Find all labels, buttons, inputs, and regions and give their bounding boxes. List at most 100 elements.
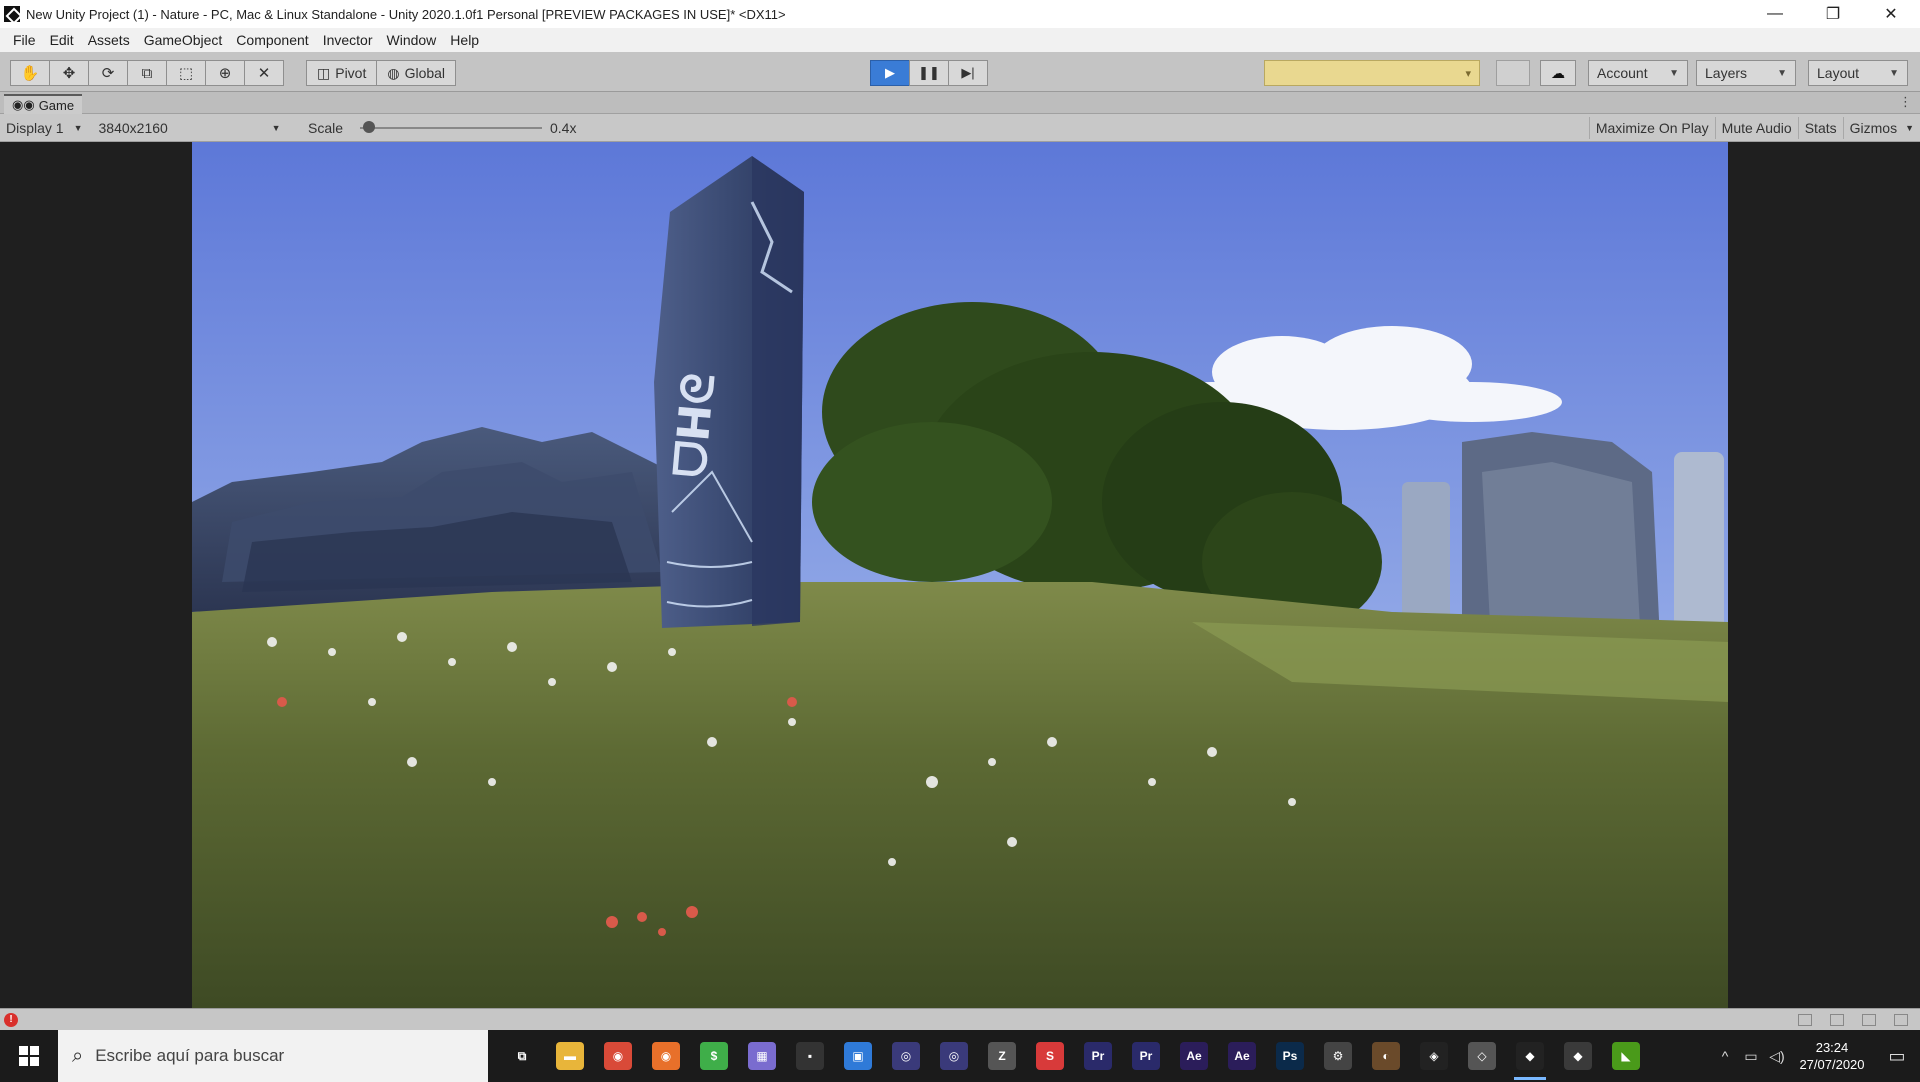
game-render[interactable]: ᘐᕼᗝ bbox=[192, 142, 1728, 1008]
hand-tool-button[interactable]: ✋ bbox=[10, 60, 50, 86]
search-placeholder: Escribe aquí para buscar bbox=[95, 1046, 285, 1065]
minimize-button[interactable]: — bbox=[1746, 0, 1804, 28]
chevron-down-icon: ▼ bbox=[1669, 67, 1679, 79]
windows-taskbar: ⌕ Escribe aquí para buscar ⧉ ▬ ◉ ◉ $ ▦ ▪ ▣ ◎ ◎ Z S P… bbox=[0, 1030, 1920, 1082]
move-tool-button[interactable]: ✥ bbox=[49, 60, 89, 86]
close-button[interactable]: ✕ bbox=[1862, 0, 1920, 28]
menu-file[interactable]: File bbox=[6, 32, 43, 48]
after-effects2-icon[interactable]: Ae bbox=[1218, 1030, 1266, 1082]
pivot-icon: ◫ bbox=[317, 64, 331, 81]
menu-window[interactable]: Window bbox=[380, 32, 444, 48]
layout-label: Layout bbox=[1817, 65, 1860, 81]
obs-icon[interactable]: ◎ bbox=[882, 1030, 930, 1082]
red-app-icon[interactable]: S bbox=[1026, 1030, 1074, 1082]
transform-tools: ✋ ✥ ⟳ ⧉ ⬚ ⊕ ✕ bbox=[10, 60, 284, 86]
menu-component[interactable]: Component bbox=[229, 32, 315, 48]
layers-dropdown[interactable]: Layers ▼ bbox=[1696, 60, 1796, 86]
green-app-glyph: $ bbox=[700, 1042, 728, 1070]
premiere2-icon[interactable]: Pr bbox=[1122, 1030, 1170, 1082]
photo-app-icon[interactable]: ▣ bbox=[834, 1030, 882, 1082]
layout-dropdown[interactable]: Layout ▼ bbox=[1808, 60, 1908, 86]
purple-app-icon[interactable]: ▦ bbox=[738, 1030, 786, 1082]
notification-icon[interactable]: ▭ bbox=[1874, 1046, 1920, 1067]
pivot-toggle[interactable]: ◫ Pivot bbox=[306, 60, 378, 86]
zbrush-icon[interactable]: Z bbox=[978, 1030, 1026, 1082]
scale-tool-button[interactable]: ⧉ bbox=[127, 60, 167, 86]
tab-game[interactable]: ◉◉ Game bbox=[4, 94, 83, 114]
play-button[interactable]: ▶ bbox=[870, 60, 910, 86]
scale-label: Scale bbox=[308, 120, 344, 136]
unity-hub-icon[interactable]: ◆ bbox=[1554, 1030, 1602, 1082]
window-title-bar: New Unity Project (1) - Nature - PC, Mac… bbox=[0, 0, 1920, 28]
scale-slider-thumb[interactable] bbox=[363, 121, 376, 133]
start-button[interactable] bbox=[0, 1030, 58, 1082]
play-controls: ▶ ❚❚ ▶| bbox=[870, 60, 988, 86]
taskbar-search[interactable]: ⌕ Escribe aquí para buscar bbox=[58, 1030, 488, 1082]
menu-invector[interactable]: Invector bbox=[316, 32, 380, 48]
pause-button[interactable]: ❚❚ bbox=[909, 60, 949, 86]
menu-gameobject[interactable]: GameObject bbox=[137, 32, 230, 48]
gear-app-icon[interactable]: ⚙ bbox=[1314, 1030, 1362, 1082]
dark-app-glyph: ▪ bbox=[796, 1042, 824, 1070]
menu-help[interactable]: Help bbox=[443, 32, 486, 48]
game-view[interactable]: ᘐᕼᗝ bbox=[0, 142, 1920, 1008]
clock[interactable]: 23:24 27/07/2020 bbox=[1790, 1039, 1874, 1073]
after-effects-icon[interactable]: Ae bbox=[1170, 1030, 1218, 1082]
obs2-glyph: ◎ bbox=[940, 1042, 968, 1070]
vs-code-glyph: ◇ bbox=[1468, 1042, 1496, 1070]
chrome-icon[interactable]: ◉ bbox=[594, 1030, 642, 1082]
davinci-icon[interactable]: ◈ bbox=[1410, 1030, 1458, 1082]
menu-edit[interactable]: Edit bbox=[43, 32, 81, 48]
nvidia-icon[interactable]: ◣ bbox=[1602, 1030, 1650, 1082]
dark-app-icon[interactable]: ▪ bbox=[786, 1030, 834, 1082]
account-dropdown[interactable]: Account ▼ bbox=[1588, 60, 1688, 86]
firefox-icon[interactable]: ◉ bbox=[642, 1030, 690, 1082]
gizmos-dropdown[interactable]: Gizmos ▼ bbox=[1842, 117, 1920, 139]
transform-tool-button[interactable]: ⊕ bbox=[205, 60, 245, 86]
task-view-icon[interactable]: ⧉ bbox=[498, 1030, 546, 1082]
rect-tool-button[interactable]: ⬚ bbox=[166, 60, 206, 86]
error-icon[interactable]: ! bbox=[4, 1012, 18, 1027]
services-button[interactable]: ☁ bbox=[1540, 60, 1576, 86]
blender-icon[interactable]: ◐ bbox=[1362, 1030, 1410, 1082]
rotate-tool-button[interactable]: ⟳ bbox=[88, 60, 128, 86]
network-icon[interactable]: ▭ bbox=[1738, 1048, 1764, 1065]
layers-label: Layers bbox=[1705, 65, 1748, 81]
step-button[interactable]: ▶| bbox=[948, 60, 988, 86]
chevron-down-icon: ▼ bbox=[1905, 123, 1914, 133]
volume-icon[interactable]: ◁) bbox=[1764, 1048, 1790, 1065]
global-toggle[interactable]: ◍ Global bbox=[376, 60, 457, 86]
green-app-icon[interactable]: $ bbox=[690, 1030, 738, 1082]
tray-overflow-icon[interactable]: ^ bbox=[1712, 1048, 1738, 1064]
mute-audio-toggle[interactable]: Mute Audio bbox=[1714, 117, 1798, 139]
menu-assets[interactable]: Assets bbox=[81, 32, 137, 48]
gizmos-label: Gizmos bbox=[1849, 120, 1898, 136]
game-view-options: Maximize On Play Mute Audio Stats Gizmos… bbox=[1588, 117, 1920, 139]
photoshop-icon[interactable]: Ps bbox=[1266, 1030, 1314, 1082]
display-label: Display 1 bbox=[6, 119, 64, 136]
stats-toggle[interactable]: Stats bbox=[1797, 117, 1843, 139]
resolution-dropdown[interactable]: 3840x2160 ▼ bbox=[93, 117, 287, 139]
file-explorer-icon[interactable]: ▬ bbox=[546, 1030, 594, 1082]
search-icon: ⌕ bbox=[72, 1044, 84, 1067]
monolith: ᘐᕼᗝ bbox=[654, 156, 804, 628]
cloud-icon[interactable] bbox=[1496, 60, 1530, 86]
unity-taskbar-icon[interactable]: ◆ bbox=[1506, 1030, 1554, 1082]
after-effects2-glyph: Ae bbox=[1228, 1042, 1256, 1070]
premiere-icon[interactable]: Pr bbox=[1074, 1030, 1122, 1082]
chevron-down-icon: ▼ bbox=[1777, 67, 1787, 79]
resolution-label: 3840x2160 bbox=[98, 119, 168, 136]
system-tray: ^ ▭ ◁) 23:24 27/07/2020 ▭ bbox=[1712, 1030, 1920, 1082]
display-dropdown[interactable]: Display 1 ▼ bbox=[0, 117, 89, 139]
collab-dropdown[interactable]: ▾ bbox=[1264, 60, 1480, 86]
scale-slider-track[interactable] bbox=[360, 127, 542, 129]
unity-hub-glyph: ◆ bbox=[1564, 1042, 1592, 1070]
vs-code-icon[interactable]: ◇ bbox=[1458, 1030, 1506, 1082]
unity-logo-icon bbox=[4, 6, 20, 22]
zbrush-glyph: Z bbox=[988, 1042, 1016, 1070]
kebab-menu-icon[interactable]: ⋮ bbox=[1899, 94, 1912, 110]
maximize-button[interactable]: ❐ bbox=[1804, 0, 1862, 28]
obs2-icon[interactable]: ◎ bbox=[930, 1030, 978, 1082]
maximize-on-play-toggle[interactable]: Maximize On Play bbox=[1588, 117, 1715, 139]
custom-tool-button[interactable]: ✕ bbox=[244, 60, 284, 86]
